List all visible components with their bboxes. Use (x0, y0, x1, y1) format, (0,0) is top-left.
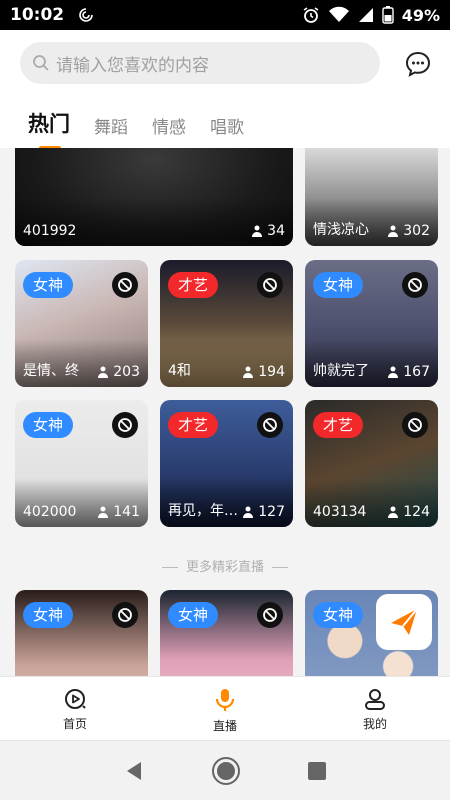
block-icon[interactable] (257, 602, 283, 628)
block-icon[interactable] (402, 412, 428, 438)
home-circle-icon[interactable] (211, 756, 241, 786)
nav-me-label: 我的 (362, 717, 387, 731)
tab-dance[interactable]: 舞蹈 (94, 113, 128, 138)
card-title: 402000 (23, 504, 77, 520)
live-card[interactable]: 情浅凉心 302 (305, 148, 438, 246)
status-bar: 10:02 49% (0, 0, 450, 30)
viewer-count: 194 (241, 364, 285, 380)
viewer-icon (98, 506, 109, 518)
status-time: 10:02 (10, 5, 65, 25)
recents-icon[interactable] (307, 761, 327, 781)
system-nav-bar (0, 740, 450, 800)
viewer-icon (388, 225, 399, 237)
card-title: 帅就完了 (313, 363, 369, 379)
viewer-icon (243, 366, 254, 378)
notification-icon (79, 8, 93, 22)
viewer-count: 124 (386, 504, 430, 520)
card-title: 403134 (313, 504, 367, 520)
category-badge: 才艺 (168, 272, 219, 298)
viewer-count: 141 (96, 504, 140, 520)
category-badge: 女神 (313, 602, 364, 628)
viewer-count: 302 (386, 223, 430, 239)
block-icon[interactable] (257, 412, 283, 438)
nav-live[interactable]: 直播 (150, 677, 300, 740)
search-placeholder: 请输入您喜欢的内容 (56, 55, 209, 76)
viewer-count: 34 (250, 223, 285, 239)
tab-hot[interactable]: 热门 (28, 108, 70, 150)
live-card[interactable]: 401992 34 (15, 148, 293, 246)
category-badge: 女神 (168, 602, 219, 628)
viewer-icon (243, 506, 254, 518)
home-play-icon (65, 689, 86, 709)
viewer-count: 167 (386, 364, 430, 380)
microphone-icon (215, 689, 235, 711)
header: 请输入您喜欢的内容 热门 舞蹈 情感 唱歌 (0, 30, 450, 150)
battery-icon (382, 6, 394, 24)
back-icon[interactable] (123, 760, 145, 782)
wifi-icon (328, 6, 349, 22)
card-title: 是情、终 (23, 363, 79, 379)
block-icon[interactable] (112, 272, 138, 298)
category-badge: 女神 (313, 272, 364, 298)
live-card[interactable]: 才艺 403134 124 (305, 400, 438, 527)
block-icon[interactable] (402, 272, 428, 298)
bottom-nav: 首页 直播 我的 (0, 676, 450, 740)
category-tabs: 热门 舞蹈 情感 唱歌 (28, 108, 244, 150)
live-card[interactable]: 女神 (305, 590, 438, 676)
category-badge: 才艺 (168, 412, 219, 438)
category-badge: 才艺 (313, 412, 364, 438)
alarm-icon (303, 7, 319, 23)
nav-me[interactable]: 我的 (300, 677, 450, 740)
live-card[interactable]: 女神 帅就完了 167 (305, 260, 438, 387)
signal-icon (358, 8, 373, 22)
more-live-divider: 更多精彩直播 (0, 556, 450, 575)
block-icon[interactable] (112, 412, 138, 438)
viewer-icon (252, 225, 263, 237)
block-icon[interactable] (257, 272, 283, 298)
live-card[interactable]: 女神 (15, 590, 148, 676)
live-card[interactable]: 才艺 再见，年… 127 (160, 400, 293, 527)
card-title: 4和 (168, 363, 191, 379)
battery-level: 49% (401, 5, 440, 25)
live-feed: 401992 34 情浅凉心 302 女神 是情、终 203 才艺 4和 194… (0, 148, 450, 676)
card-title: 401992 (23, 223, 77, 239)
tab-singing[interactable]: 唱歌 (210, 113, 244, 138)
viewer-icon (98, 366, 109, 378)
viewer-icon (388, 506, 399, 518)
viewer-count: 203 (96, 364, 140, 380)
live-card[interactable]: 女神 (160, 590, 293, 676)
viewer-icon (388, 366, 399, 378)
live-card[interactable]: 才艺 4和 194 (160, 260, 293, 387)
live-card[interactable]: 女神 402000 141 (15, 400, 148, 527)
viewer-count: 127 (241, 504, 285, 520)
nav-home-label: 首页 (62, 717, 87, 731)
tab-emotion[interactable]: 情感 (152, 113, 186, 138)
search-input[interactable]: 请输入您喜欢的内容 (20, 42, 380, 84)
message-icon[interactable] (404, 50, 432, 78)
nav-live-label: 直播 (212, 719, 237, 733)
category-badge: 女神 (23, 602, 74, 628)
float-promo-icon[interactable] (376, 594, 432, 650)
person-icon (365, 689, 385, 710)
category-badge: 女神 (23, 412, 74, 438)
card-title: 再见，年… (168, 503, 238, 519)
live-card[interactable]: 女神 是情、终 203 (15, 260, 148, 387)
category-badge: 女神 (23, 272, 74, 298)
card-title: 情浅凉心 (313, 222, 369, 238)
search-icon (33, 55, 49, 71)
nav-home[interactable]: 首页 (0, 677, 150, 740)
block-icon[interactable] (112, 602, 138, 628)
